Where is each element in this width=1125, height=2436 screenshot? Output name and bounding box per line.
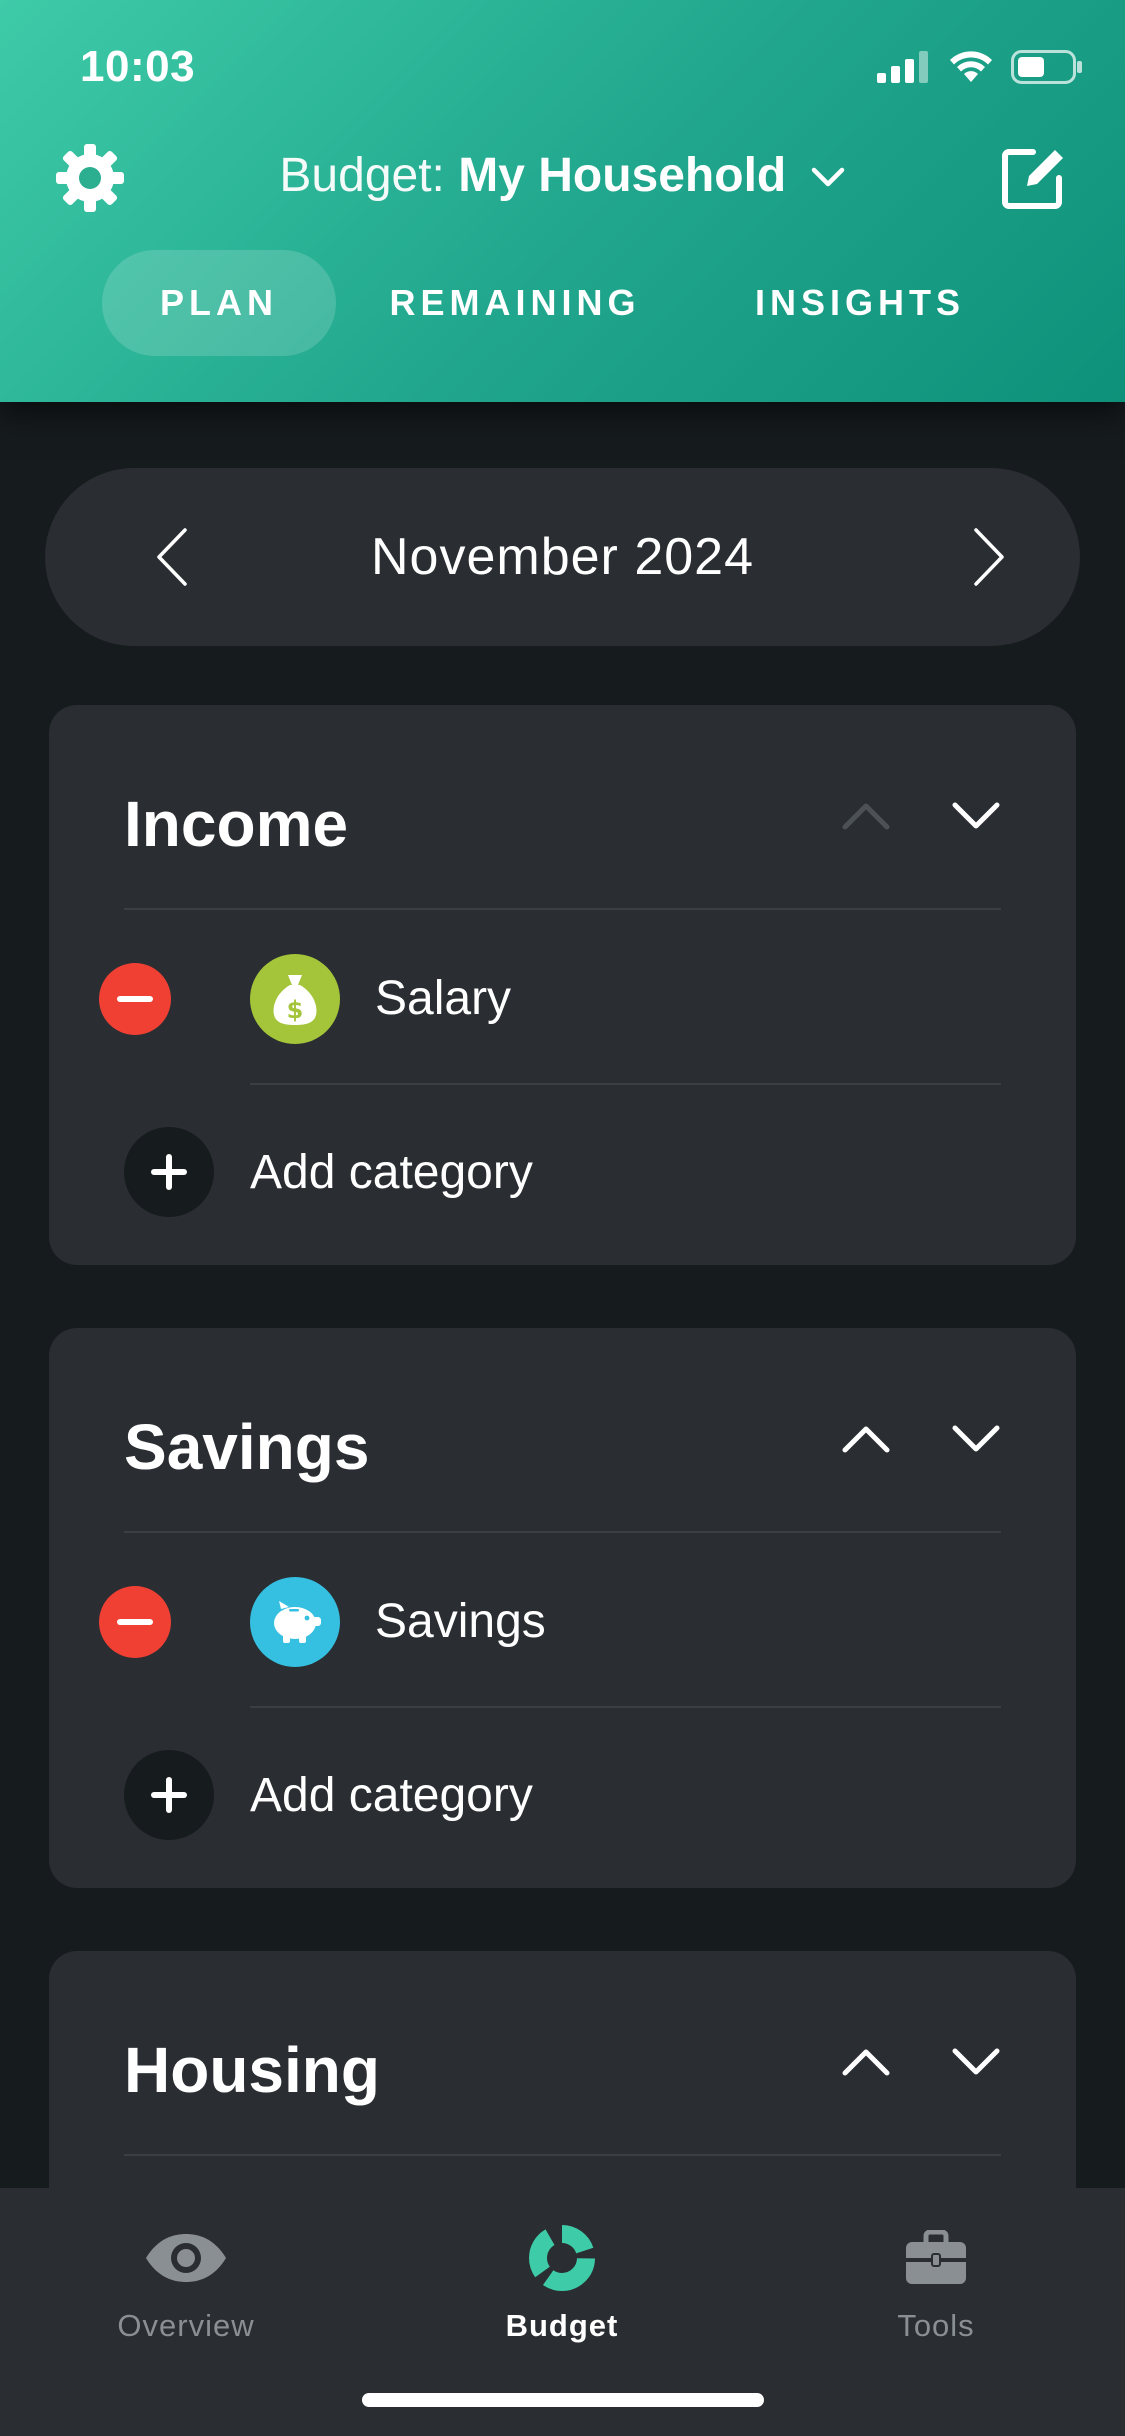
budget-label: Budget: (279, 149, 445, 202)
piggy-bank-icon (250, 1577, 340, 1667)
budget-tabs: PLAN REMAINING INSIGHTS (0, 250, 1125, 356)
group-title: Housing (124, 2034, 380, 2106)
move-up-icon[interactable] (841, 2047, 891, 2077)
category-name[interactable]: Savings (375, 1594, 546, 1649)
move-up-icon[interactable] (841, 1424, 891, 1454)
divider (124, 908, 1001, 910)
budget-name: My Household (458, 149, 787, 202)
divider (124, 1531, 1001, 1533)
move-down-icon[interactable] (951, 801, 1001, 831)
budget-group-savings: Savings Savings Add category (49, 1328, 1076, 1888)
tab-plan[interactable]: PLAN (102, 250, 336, 356)
divider (124, 2154, 1001, 2156)
add-category-button[interactable] (124, 1127, 214, 1217)
group-title: Income (124, 788, 349, 860)
category-name[interactable]: Salary (375, 971, 511, 1026)
status-time: 10:03 (80, 42, 196, 91)
chevron-right-icon[interactable] (968, 526, 1008, 588)
budget-group-income: Income $ Salary Add category (49, 705, 1076, 1265)
group-title: Savings (124, 1411, 370, 1483)
toolbox-icon (786, 2212, 1086, 2304)
add-category-label[interactable]: Add category (250, 1768, 533, 1823)
divider (250, 1083, 1001, 1085)
app-header: 10:03 Budget: My Household PLAN REMAININ… (0, 0, 1125, 402)
add-category-button[interactable] (124, 1750, 214, 1840)
nav-label: Overview (117, 2308, 255, 2343)
nav-label: Tools (897, 2308, 975, 2343)
current-month: November 2024 (371, 528, 754, 586)
battery-icon (1011, 50, 1082, 84)
remove-category-button[interactable] (99, 1586, 171, 1658)
chevron-down-icon (811, 168, 844, 187)
cellular-signal-icon (877, 51, 928, 83)
money-bag-icon: $ (250, 954, 340, 1044)
nav-label: Budget (505, 2308, 619, 2343)
tab-insights[interactable]: INSIGHTS (730, 250, 990, 356)
eye-icon (36, 2212, 336, 2304)
add-category-label[interactable]: Add category (250, 1145, 533, 1200)
move-down-icon[interactable] (951, 2047, 1001, 2077)
wifi-icon (950, 51, 992, 82)
move-up-icon[interactable] (841, 801, 891, 831)
month-selector: November 2024 (45, 468, 1080, 646)
edit-icon[interactable] (997, 142, 1069, 214)
status-icons (877, 50, 1083, 84)
svg-text:$: $ (287, 996, 304, 1024)
move-down-icon[interactable] (951, 1424, 1001, 1454)
remove-category-button[interactable] (99, 963, 171, 1035)
donut-chart-icon (412, 2212, 712, 2304)
budget-selector[interactable]: Budget: My Household (0, 148, 1125, 203)
home-indicator (362, 2393, 764, 2407)
tab-remaining[interactable]: REMAINING (370, 250, 660, 356)
divider (250, 1706, 1001, 1708)
